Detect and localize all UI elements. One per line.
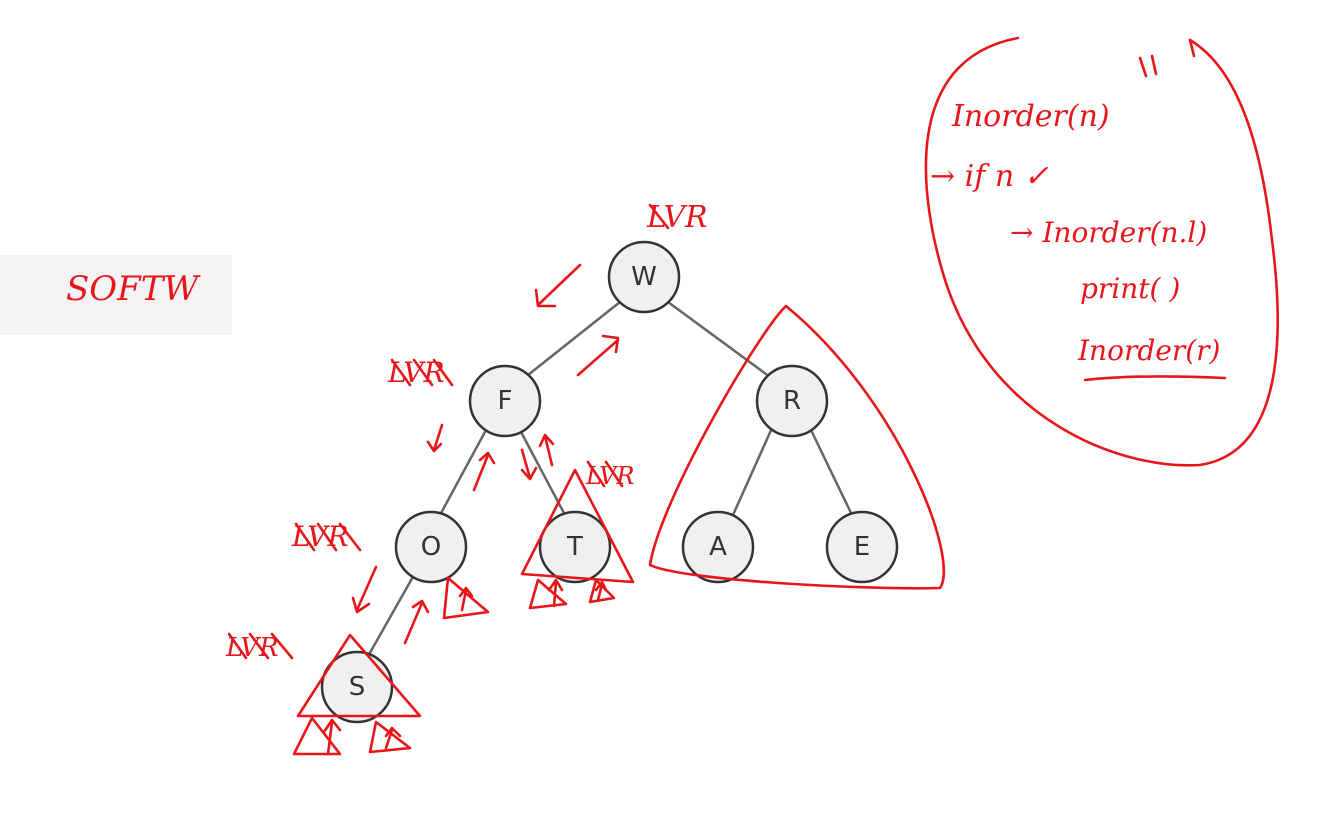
node-label-o: O (421, 532, 441, 562)
edge-w-r (667, 300, 771, 379)
node-label-t: T (566, 532, 583, 562)
t-left-null-arrow (547, 578, 564, 608)
node-label-w: W (631, 262, 657, 292)
edge-f-o (438, 429, 488, 516)
arrow-o-up-to-f (472, 451, 496, 492)
traversal-output-text: SOFTW (66, 269, 201, 309)
pseudocode-underline (1083, 375, 1227, 382)
tree-node-f: F (468, 364, 542, 438)
tree-node-r: R (755, 364, 829, 438)
arrow-f-down-left (426, 423, 444, 453)
t-right-null-arrow (594, 580, 608, 602)
o-right-null-triangle (442, 576, 490, 620)
node-label-e: E (854, 532, 870, 562)
arrow-t-up-to-f (538, 433, 555, 467)
arrow-w-to-f (534, 263, 582, 308)
node-label-a: A (709, 532, 727, 562)
tree-diagram-canvas: W F R O T A E S SOFTW LVR LVR LVR LVR LV… (0, 36, 1279, 756)
tree-node-t: T (538, 510, 612, 584)
pseudocode-line-4: print( ) (1080, 272, 1180, 305)
tree-node-o: O (394, 510, 468, 584)
tree-node-e: E (825, 510, 899, 584)
pseudocode-line-1: Inorder(n) (951, 99, 1110, 134)
arrow-f-to-w (576, 334, 620, 377)
pseudocode-tick-marks (1138, 38, 1196, 78)
tree-node-a: A (681, 510, 755, 584)
arrow-s-up-to-o (403, 599, 430, 645)
arrow-o-to-s (351, 565, 378, 614)
t-left-null-triangle (528, 578, 568, 610)
pseudocode-line-5: Inorder(r) (1077, 334, 1220, 367)
edge-r-e (808, 427, 854, 516)
ink-annotations: SOFTW LVR LVR LVR LVR LVR Inorder(n) → i… (66, 36, 1279, 756)
tree-node-w: W (607, 240, 681, 314)
edge-o-s (365, 574, 416, 659)
edge-r-a (731, 427, 774, 516)
node-label-s: S (349, 672, 366, 702)
lvr-mark-w: LVR (646, 200, 708, 235)
node-label-r: R (783, 386, 801, 416)
node-label-f: F (498, 386, 513, 416)
pseudocode-line-2: → if n ✓ (930, 159, 1049, 194)
edge-w-f (527, 301, 621, 376)
pseudocode-line-3: → Inorder(n.l) (1010, 216, 1207, 249)
